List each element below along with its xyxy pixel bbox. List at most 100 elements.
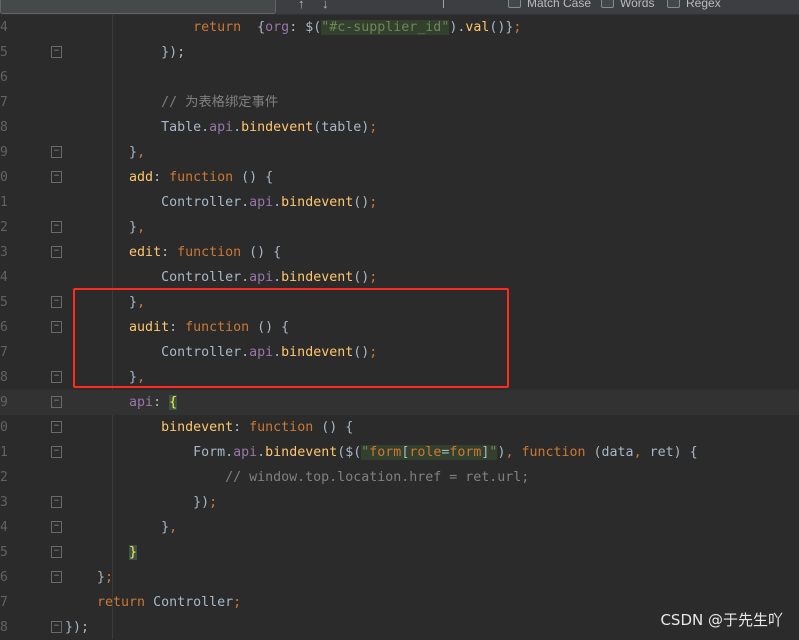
- line-number: 5: [0, 45, 8, 60]
- fold-toggle-icon[interactable]: −: [51, 396, 62, 408]
- code-token: api: [129, 395, 154, 410]
- code-token: () {: [233, 170, 274, 185]
- code-line[interactable]: 3 − });: [0, 490, 799, 515]
- fold-toggle-icon[interactable]: −: [51, 621, 62, 633]
- code-token: :: [161, 245, 178, 260]
- regex-label: Regex: [686, 0, 721, 10]
- code-token: :: [233, 420, 250, 435]
- fold-toggle-icon[interactable]: −: [51, 571, 62, 583]
- code-line[interactable]: 0 − add: function () {: [0, 165, 799, 190]
- line-number: 8: [0, 620, 8, 635]
- fold-toggle-icon[interactable]: −: [51, 546, 62, 558]
- code-token: .: [273, 270, 282, 285]
- code-token: ;: [105, 570, 114, 585]
- line-number: 6: [0, 70, 8, 85]
- code-token: form: [369, 445, 402, 460]
- fold-toggle-icon[interactable]: −: [51, 221, 62, 233]
- code-token: api: [209, 120, 234, 135]
- line-number: 5: [0, 295, 8, 310]
- code-line[interactable]: 1 Controller.api.bindevent();: [0, 190, 799, 215]
- code-line[interactable]: 5 − });: [0, 40, 799, 65]
- code-token: ;: [369, 195, 378, 210]
- code-token: :: [153, 395, 170, 410]
- code-text: };: [65, 565, 113, 590]
- search-input[interactable]: [0, 0, 276, 14]
- line-number: 3: [0, 495, 8, 510]
- code-token: ($(: [337, 445, 362, 460]
- code-line[interactable]: 4 Controller.api.bindevent();: [0, 265, 799, 290]
- code-token: }): [65, 495, 210, 510]
- code-line[interactable]: 8 Table.api.bindevent(table);: [0, 115, 799, 140]
- code-token: });: [65, 45, 186, 60]
- code-line[interactable]: 4 return {org: $("#c-supplier_id").val()…: [0, 15, 799, 40]
- fold-toggle-icon[interactable]: −: [51, 421, 62, 433]
- fold-toggle-icon[interactable]: −: [51, 46, 62, 58]
- code-token: "#c-supplier_id": [321, 20, 450, 35]
- fold-toggle-icon[interactable]: −: [51, 246, 62, 258]
- line-number: 8: [0, 370, 8, 385]
- code-line[interactable]: 2 // window.top.location.href = ret.url;: [0, 465, 799, 490]
- match-case-checkbox[interactable]: [508, 0, 521, 8]
- code-token: ;: [369, 120, 378, 135]
- code-token: return: [193, 20, 242, 35]
- line-number: 3: [0, 245, 8, 260]
- code-token: ,: [169, 520, 178, 535]
- annotation-highlight-box: [73, 288, 509, 388]
- fold-toggle-icon[interactable]: −: [51, 296, 62, 308]
- fold-toggle-icon[interactable]: −: [51, 171, 62, 183]
- code-token: edit: [129, 245, 162, 260]
- code-token: ,: [137, 220, 146, 235]
- fold-toggle-icon[interactable]: −: [51, 321, 62, 333]
- fold-toggle-icon[interactable]: −: [51, 496, 62, 508]
- code-text: Form.api.bindevent($("form[role=form]"),…: [65, 440, 698, 465]
- code-text: edit: function () {: [65, 240, 281, 265]
- code-token: function: [169, 170, 234, 185]
- regex-checkbox[interactable]: [667, 0, 680, 8]
- code-text: Controller.api.bindevent();: [65, 265, 377, 290]
- code-line[interactable]: 4 − },: [0, 515, 799, 540]
- code-line[interactable]: 0 − bindevent: function () {: [0, 415, 799, 440]
- code-line[interactable]: 9 − },: [0, 140, 799, 165]
- line-number: 7: [0, 345, 8, 360]
- code-token: Controller.: [65, 195, 250, 210]
- next-occurrence-icon[interactable]: ↓: [322, 0, 329, 11]
- line-number: 4: [0, 520, 8, 535]
- code-token: bindevent: [281, 270, 354, 285]
- code-text: },: [65, 215, 145, 240]
- code-line[interactable]: 6 − };: [0, 565, 799, 590]
- code-line[interactable]: 9 − api: {: [0, 390, 799, 415]
- code-token: org: [265, 20, 290, 35]
- code-line[interactable]: 2 − },: [0, 215, 799, 240]
- code-line[interactable]: 3 − edit: function () {: [0, 240, 799, 265]
- fold-toggle-icon[interactable]: −: [51, 146, 62, 158]
- filter-icon[interactable]: ⊺: [440, 0, 447, 12]
- code-token: ()}: [489, 20, 514, 35]
- previous-occurrence-icon[interactable]: ↑: [298, 0, 305, 11]
- code-token: (): [353, 270, 370, 285]
- code-line[interactable]: 6: [0, 65, 799, 90]
- fold-toggle-icon[interactable]: −: [51, 371, 62, 383]
- words-checkbox[interactable]: [601, 0, 614, 8]
- code-text: return {org: $("#c-supplier_id").val()};: [65, 15, 521, 40]
- code-token: // window.top.location.href = ret.url;: [65, 470, 530, 485]
- fold-toggle-icon[interactable]: −: [51, 446, 62, 458]
- code-token: Form.: [65, 445, 234, 460]
- words-label: Words: [620, 0, 655, 10]
- code-token: role: [409, 445, 442, 460]
- code-token: ,: [137, 145, 146, 160]
- code-token: });: [65, 620, 90, 635]
- code-token: .: [233, 120, 242, 135]
- code-token: bindevent: [161, 420, 234, 435]
- code-text: });: [65, 40, 185, 65]
- code-line[interactable]: 7 // 为表格绑定事件: [0, 90, 799, 115]
- fold-toggle-icon[interactable]: −: [51, 521, 62, 533]
- code-token: api: [249, 195, 274, 210]
- code-line[interactable]: 5 − }: [0, 540, 799, 565]
- code-token: {: [169, 395, 178, 410]
- code-line[interactable]: 1 − Form.api.bindevent($("form[role=form]…: [0, 440, 799, 465]
- code-token: ;: [513, 20, 522, 35]
- code-token: :: [153, 170, 170, 185]
